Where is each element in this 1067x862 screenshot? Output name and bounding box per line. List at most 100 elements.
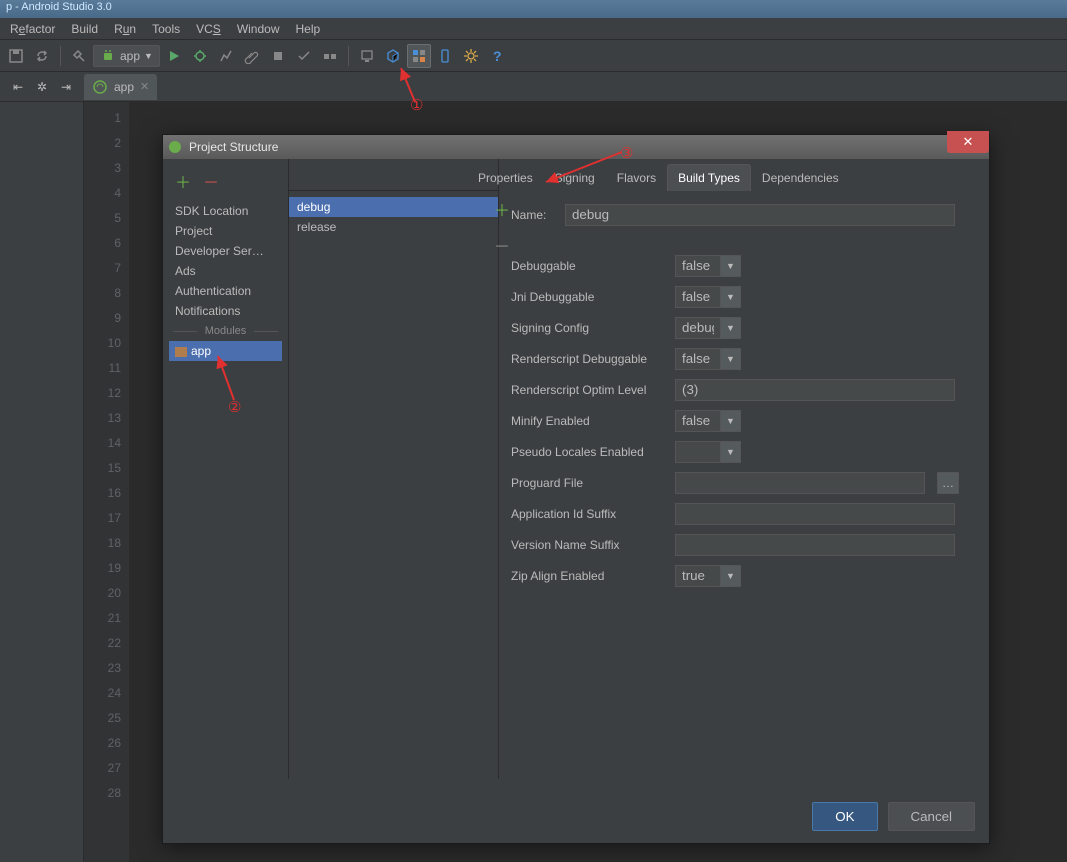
project-structure-icon[interactable] (407, 44, 431, 68)
select-value[interactable] (675, 565, 721, 587)
browse-button[interactable]: … (937, 472, 959, 494)
tab-flavors[interactable]: Flavors (606, 164, 667, 191)
save-icon[interactable] (4, 44, 28, 68)
close-button[interactable]: ✕ (947, 131, 989, 153)
stop-icon[interactable] (266, 44, 290, 68)
dialog-tabs: Properties Signing Flavors Build Types D… (467, 159, 975, 191)
select-minify-enabled[interactable]: ▼ (675, 410, 741, 432)
chevron-down-icon[interactable]: ▼ (721, 410, 741, 432)
chevron-down-icon[interactable]: ▼ (721, 286, 741, 308)
sidebar-item-sdk[interactable]: SDK Location (169, 201, 282, 221)
menu-help[interactable]: Help (288, 20, 329, 38)
select-debuggable[interactable]: ▼ (675, 255, 741, 277)
avd-manager-icon[interactable] (355, 44, 379, 68)
line-number: 25 (84, 706, 121, 731)
type-label: debug (297, 200, 330, 214)
select-value[interactable] (675, 348, 721, 370)
field-label: Version Name Suffix (511, 538, 667, 552)
chevron-down-icon[interactable]: ▼ (721, 565, 741, 587)
cancel-button[interactable]: Cancel (888, 802, 976, 831)
text-input[interactable] (675, 503, 955, 525)
settings-icon[interactable] (459, 44, 483, 68)
expand-icon[interactable]: ⇥ (57, 78, 75, 96)
add-module-button[interactable]: ＋ (175, 169, 191, 193)
type-debug[interactable]: debug (289, 197, 498, 217)
select-renderscript-debuggable[interactable]: ▼ (675, 348, 741, 370)
sidebar-item-project[interactable]: Project (169, 221, 282, 241)
run-config-label: app (120, 49, 140, 63)
menu-refactor[interactable]: Refactor (2, 20, 63, 38)
select-value[interactable] (675, 441, 721, 463)
build-type-form: Name: Debuggable▼Jni Debuggable▼Signing … (511, 191, 977, 591)
chevron-down-icon[interactable]: ▼ (721, 348, 741, 370)
dialog-form-panel: Properties Signing Flavors Build Types D… (499, 159, 989, 779)
attach-icon[interactable] (240, 44, 264, 68)
remove-module-button[interactable]: － (203, 169, 219, 193)
editor-tab-app[interactable]: app ✕ (84, 74, 157, 100)
text-input[interactable] (675, 379, 955, 401)
menu-bar: Refactor Build Run Tools VCS Window Help (0, 18, 1067, 40)
sidebar-item-devservices[interactable]: Developer Ser… (169, 241, 282, 261)
help-icon[interactable]: ? (485, 44, 509, 68)
field-label: Signing Config (511, 321, 667, 335)
run-icon[interactable] (162, 44, 186, 68)
select-jni-debuggable[interactable]: ▼ (675, 286, 741, 308)
line-number: 18 (84, 531, 121, 556)
toolbar-separator (60, 46, 61, 66)
profile-icon[interactable] (214, 44, 238, 68)
text-input[interactable] (675, 534, 955, 556)
select-signing-config[interactable]: ▼ (675, 317, 741, 339)
sidebar-item-notifications[interactable]: Notifications (169, 301, 282, 321)
tab-properties[interactable]: Properties (467, 164, 544, 191)
name-input[interactable] (565, 204, 955, 226)
window-title-bar: p - Android Studio 3.0 (0, 0, 1067, 18)
tab-dependencies[interactable]: Dependencies (751, 164, 850, 191)
menu-build[interactable]: Build (63, 20, 106, 38)
line-number: 4 (84, 181, 121, 206)
menu-run[interactable]: Run (106, 20, 144, 38)
tab-build-types[interactable]: Build Types (667, 164, 751, 191)
project-panel[interactable] (0, 102, 84, 862)
chevron-down-icon[interactable]: ▼ (721, 441, 741, 463)
line-number: 11 (84, 356, 121, 381)
sidebar-module-app[interactable]: app (169, 341, 282, 361)
rerun-icon[interactable] (318, 44, 342, 68)
select-value[interactable] (675, 317, 721, 339)
type-release[interactable]: release (289, 217, 498, 237)
build-types-list: debug release ＋ － (289, 191, 498, 779)
select-zip-align-enabled[interactable]: ▼ (675, 565, 741, 587)
sidebar-item-auth[interactable]: Authentication (169, 281, 282, 301)
select-value[interactable] (675, 286, 721, 308)
select-value[interactable] (675, 255, 721, 277)
file-input[interactable] (675, 472, 925, 494)
chevron-down-icon[interactable]: ▼ (721, 317, 741, 339)
sync-icon[interactable] (30, 44, 54, 68)
ok-button[interactable]: OK (812, 802, 877, 831)
sdk-manager-icon[interactable] (381, 44, 405, 68)
form-row: Pseudo Locales Enabled▼ (511, 436, 977, 467)
run-config-combo[interactable]: app ▼ (93, 45, 160, 67)
sidebar-item-ads[interactable]: Ads (169, 261, 282, 281)
android-icon (100, 48, 116, 64)
select-pseudo-locales-enabled[interactable]: ▼ (675, 441, 741, 463)
chevron-down-icon[interactable]: ▼ (721, 255, 741, 277)
apply-changes-icon[interactable] (292, 44, 316, 68)
hammer-icon[interactable] (67, 44, 91, 68)
select-value[interactable] (675, 410, 721, 432)
tab-signing[interactable]: Signing (544, 164, 606, 191)
menu-window[interactable]: Window (229, 20, 288, 38)
field-label: Renderscript Debuggable (511, 352, 667, 366)
line-number: 10 (84, 331, 121, 356)
add-type-button[interactable]: ＋ (494, 197, 510, 221)
dialog-title-bar[interactable]: Project Structure ✕ (163, 135, 989, 159)
layout-inspector-icon[interactable] (433, 44, 457, 68)
collapse-icon[interactable]: ⇤ (9, 78, 27, 96)
gear-icon[interactable]: ✲ (33, 78, 51, 96)
close-icon[interactable]: ✕ (140, 80, 149, 93)
field-label: Minify Enabled (511, 414, 667, 428)
debug-icon[interactable] (188, 44, 212, 68)
remove-type-button[interactable]: － (494, 233, 510, 257)
menu-tools[interactable]: Tools (144, 20, 188, 38)
menu-vcs[interactable]: VCS (188, 20, 229, 38)
form-row: Proguard File… (511, 467, 977, 498)
